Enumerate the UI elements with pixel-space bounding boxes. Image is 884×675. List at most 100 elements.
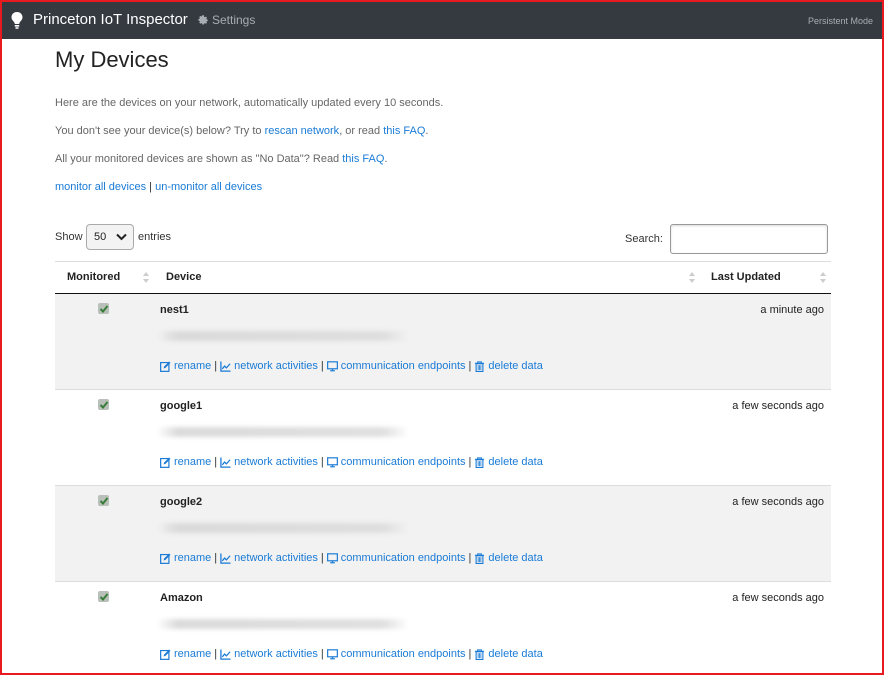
- monitored-checkbox[interactable]: [98, 399, 109, 410]
- communication-endpoints-link[interactable]: communication endpoints: [326, 456, 466, 468]
- rename-link[interactable]: rename: [160, 456, 211, 468]
- monitor-controls: monitor all devices | un-monitor all dev…: [55, 181, 262, 193]
- communication-endpoints-link[interactable]: communication endpoints: [326, 648, 466, 660]
- action-separator: |: [468, 360, 472, 372]
- lightbulb-icon: [11, 12, 23, 29]
- network-activities-link[interactable]: network activities: [220, 552, 318, 564]
- edit-icon: [160, 361, 171, 372]
- device-details-redacted: [157, 523, 409, 533]
- communication-endpoints-link[interactable]: communication endpoints: [326, 552, 466, 564]
- action-separator: |: [320, 360, 324, 372]
- communication-endpoints-label: communication endpoints: [340, 456, 466, 468]
- network-activities-label: network activities: [234, 456, 318, 468]
- column-device[interactable]: Device: [166, 271, 201, 283]
- rename-label: rename: [174, 360, 212, 372]
- sort-icon: [689, 272, 695, 283]
- trash-icon: [475, 552, 485, 564]
- device-details-redacted: [157, 427, 409, 437]
- device-actions: rename | network activities | communicat…: [160, 360, 543, 372]
- edit-icon: [160, 649, 171, 660]
- communication-endpoints-label: communication endpoints: [340, 552, 466, 564]
- communication-endpoints-label: communication endpoints: [340, 360, 466, 372]
- delete-data-label: delete data: [488, 360, 543, 372]
- checkmark-icon: [99, 400, 108, 409]
- last-updated: a minute ago: [760, 304, 824, 316]
- navbar: Princeton IoT Inspector Settings Persist…: [2, 2, 882, 39]
- brand-link[interactable]: Princeton IoT Inspector: [33, 11, 188, 28]
- rename-label: rename: [174, 456, 212, 468]
- delete-data-link[interactable]: delete data: [474, 552, 543, 564]
- last-updated: a few seconds ago: [732, 592, 824, 604]
- action-separator: |: [320, 648, 324, 660]
- column-monitored[interactable]: Monitored: [67, 271, 120, 283]
- rescan-network-link[interactable]: rescan network: [265, 125, 340, 137]
- intro-text: Here are the devices on your network, au…: [55, 97, 444, 109]
- monitored-checkbox[interactable]: [98, 303, 109, 314]
- page-title: My Devices: [55, 47, 169, 72]
- network-activities-link[interactable]: network activities: [220, 648, 318, 660]
- device-actions: rename | network activities | communicat…: [160, 648, 543, 660]
- trash-icon: [475, 360, 485, 372]
- page-size-value: 50: [94, 231, 107, 243]
- page-size-select[interactable]: 50: [86, 224, 134, 250]
- sort-icon: [820, 272, 826, 283]
- action-separator: |: [214, 360, 218, 372]
- settings-label: Settings: [212, 13, 256, 27]
- rescan-text: You don't see your device(s) below? Try …: [55, 125, 265, 137]
- communication-endpoints-link[interactable]: communication endpoints: [326, 360, 466, 372]
- delete-data-link[interactable]: delete data: [474, 648, 543, 660]
- nodata-paragraph: All your monitored devices are shown as …: [55, 153, 387, 165]
- delete-data-label: delete data: [488, 648, 543, 660]
- monitor-icon: [326, 648, 338, 659]
- monitor-icon: [326, 552, 338, 563]
- faq-link[interactable]: this FAQ: [383, 125, 425, 137]
- network-activities-label: network activities: [234, 360, 318, 372]
- action-separator: |: [468, 552, 472, 564]
- network-activities-label: network activities: [234, 648, 318, 660]
- monitor-all-link[interactable]: monitor all devices: [55, 181, 146, 193]
- action-separator: |: [214, 648, 218, 660]
- device-actions: rename | network activities | communicat…: [160, 456, 543, 468]
- table-row: Amazon rename | network activities | com…: [55, 582, 831, 675]
- monitored-checkbox[interactable]: [98, 495, 109, 506]
- rescan-paragraph: You don't see your device(s) below? Try …: [55, 125, 428, 137]
- rename-link[interactable]: rename: [160, 552, 211, 564]
- chevron-down-icon: [116, 233, 127, 241]
- rescan-end-text: .: [425, 125, 429, 137]
- checkmark-icon: [99, 592, 108, 601]
- delete-data-link[interactable]: delete data: [474, 360, 543, 372]
- network-activities-link[interactable]: network activities: [220, 360, 318, 372]
- rename-link[interactable]: rename: [160, 360, 211, 372]
- delete-data-link[interactable]: delete data: [474, 456, 543, 468]
- action-separator: |: [320, 552, 324, 564]
- checkmark-icon: [99, 496, 108, 505]
- action-separator: |: [468, 456, 472, 468]
- settings-link[interactable]: Settings: [198, 13, 255, 27]
- rename-label: rename: [174, 648, 212, 660]
- table-header: Monitored Device Last Updated: [55, 261, 831, 294]
- network-activities-link[interactable]: network activities: [220, 456, 318, 468]
- action-separator: |: [214, 552, 218, 564]
- monitored-checkbox[interactable]: [98, 591, 109, 602]
- rename-label: rename: [174, 552, 212, 564]
- rename-link[interactable]: rename: [160, 648, 211, 660]
- rescan-mid-text: , or read: [339, 125, 384, 137]
- table-row: google2 rename | network activities | co…: [55, 486, 831, 582]
- delete-data-label: delete data: [488, 552, 543, 564]
- entries-label: entries: [138, 231, 172, 243]
- device-name: Amazon: [160, 592, 203, 604]
- line-chart-icon: [220, 648, 231, 660]
- monitor-divider: |: [146, 181, 156, 193]
- network-activities-label: network activities: [234, 552, 318, 564]
- action-separator: |: [214, 456, 218, 468]
- device-name: nest1: [160, 304, 189, 316]
- communication-endpoints-label: communication endpoints: [340, 648, 466, 660]
- unmonitor-all-link[interactable]: un-monitor all devices: [155, 181, 262, 193]
- edit-icon: [160, 553, 171, 564]
- nodata-faq-link[interactable]: this FAQ: [342, 153, 384, 165]
- search-input[interactable]: [670, 224, 828, 254]
- trash-icon: [475, 648, 485, 660]
- column-last-updated[interactable]: Last Updated: [711, 271, 781, 283]
- mode-indicator: Persistent Mode: [807, 16, 873, 26]
- delete-data-label: delete data: [488, 456, 543, 468]
